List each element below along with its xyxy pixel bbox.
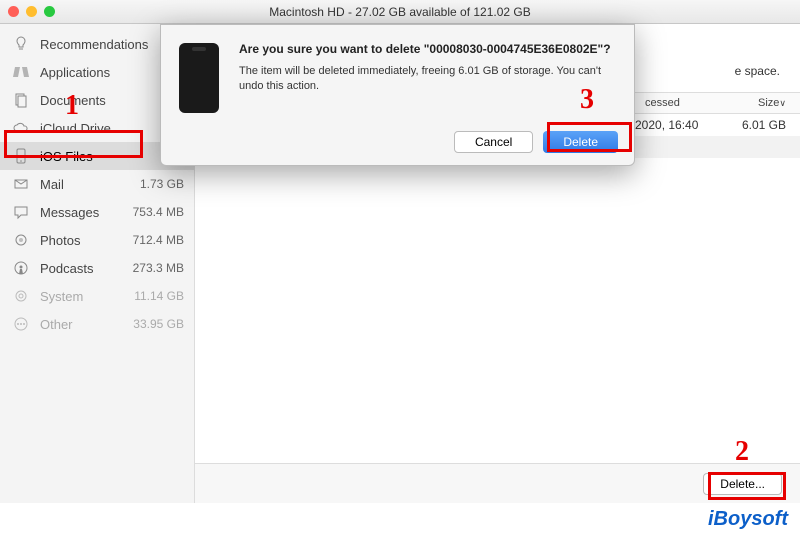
sidebar-label: Podcasts <box>40 261 133 276</box>
sidebar-item-podcasts[interactable]: Podcasts 273.3 MB <box>0 254 194 282</box>
cloud-icon <box>12 119 30 137</box>
sidebar-item-other[interactable]: Other 33.95 GB <box>0 310 194 338</box>
dialog-body: The item will be deleted immediately, fr… <box>239 64 616 95</box>
sidebar-item-mail[interactable]: Mail 1.73 GB <box>0 170 194 198</box>
sidebar-item-photos[interactable]: Photos 712.4 MB <box>0 226 194 254</box>
sidebar-label: Other <box>40 317 133 332</box>
confirm-dialog: Are you sure you want to delete "0000803… <box>160 24 635 166</box>
sidebar-size: 712.4 MB <box>133 233 184 247</box>
lightbulb-icon <box>12 35 30 53</box>
gear-icon <box>12 287 30 305</box>
phone-icon <box>12 147 30 165</box>
documents-icon <box>12 91 30 109</box>
podcast-icon <box>12 259 30 277</box>
dialog-delete-button[interactable]: Delete <box>543 131 618 153</box>
sidebar-label: Mail <box>40 177 140 192</box>
sidebar-label: System <box>40 289 134 304</box>
available-text: e space. <box>735 64 780 78</box>
cell-date: 2020, 16:40 <box>625 118 735 132</box>
minimize-icon[interactable] <box>26 6 37 17</box>
dialog-heading: Are you sure you want to delete "0000803… <box>239 41 616 58</box>
sidebar-label: Photos <box>40 233 133 248</box>
col-accessed[interactable]: cessed <box>625 97 735 109</box>
sidebar-item-system[interactable]: System 11.14 GB <box>0 282 194 310</box>
table-stripes <box>195 136 800 463</box>
titlebar: Macintosh HD - 27.02 GB available of 121… <box>0 0 800 24</box>
delete-button[interactable]: Delete... <box>703 473 782 495</box>
photos-icon <box>12 231 30 249</box>
watermark: iBoysoft <box>708 508 788 531</box>
close-icon[interactable] <box>8 6 19 17</box>
col-size[interactable]: Size∨ <box>735 97 800 109</box>
sidebar-size: 753.4 MB <box>133 205 184 219</box>
messages-icon <box>12 203 30 221</box>
sidebar-label: Messages <box>40 205 133 220</box>
sidebar-size: 273.3 MB <box>133 261 184 275</box>
sidebar-size: 33.95 GB <box>133 317 184 331</box>
sidebar-size: 1.73 GB <box>140 177 184 191</box>
window-title: Macintosh HD - 27.02 GB available of 121… <box>269 5 530 19</box>
window-controls <box>8 6 55 17</box>
iphone-icon <box>179 43 219 113</box>
sidebar-item-messages[interactable]: Messages 753.4 MB <box>0 198 194 226</box>
footer: Delete... <box>195 463 800 503</box>
sidebar-label: Documents <box>40 93 177 108</box>
cell-size: 6.01 GB <box>735 118 800 132</box>
other-icon <box>12 315 30 333</box>
cancel-button[interactable]: Cancel <box>454 131 533 153</box>
apps-icon <box>12 63 30 81</box>
sidebar-label: iOS Files <box>40 149 177 164</box>
mail-icon <box>12 175 30 193</box>
maximize-icon[interactable] <box>44 6 55 17</box>
sidebar-size: 11.14 GB <box>134 289 184 303</box>
